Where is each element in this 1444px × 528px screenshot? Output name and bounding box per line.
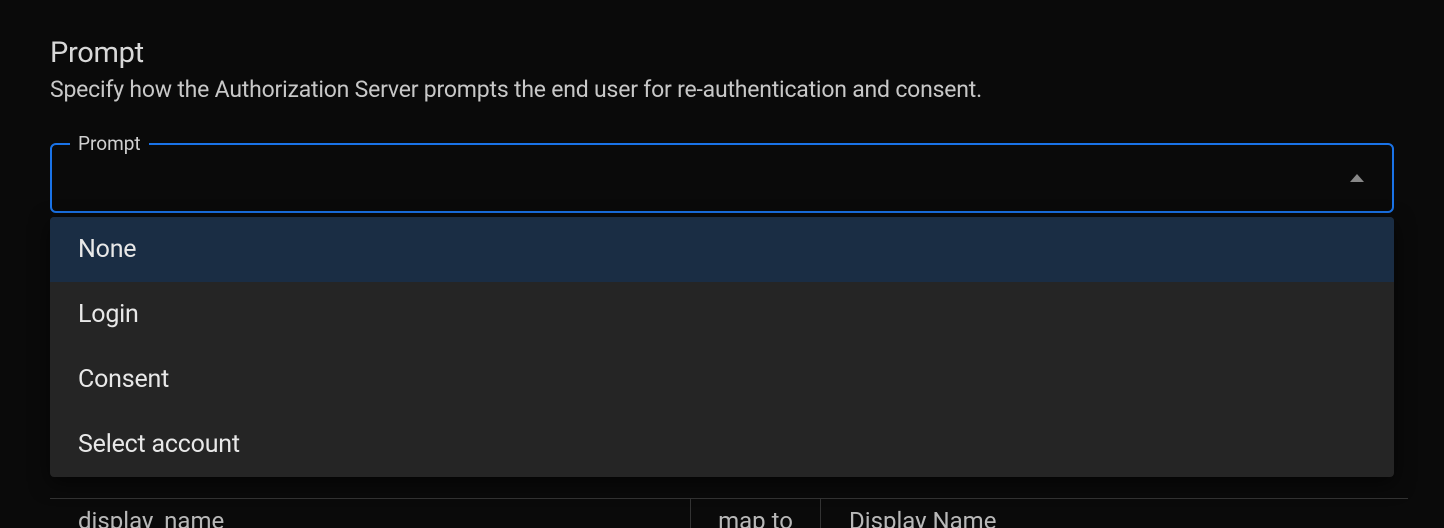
mapping-target-cell: Display Name [820, 498, 1408, 528]
prompt-option[interactable]: Consent [50, 347, 1394, 412]
mapping-relation-cell: map to [690, 498, 820, 528]
section-title: Prompt [50, 36, 1394, 70]
background-mapping-row: display_name map to Display Name [50, 498, 1408, 528]
prompt-option[interactable]: Login [50, 282, 1394, 347]
prompt-float-label: Prompt [70, 132, 149, 155]
prompt-select-wrapper: Prompt NoneLoginConsentSelect account [50, 143, 1394, 213]
prompt-option[interactable]: Select account [50, 412, 1394, 477]
section-description: Specify how the Authorization Server pro… [50, 76, 1394, 103]
mapping-source-cell: display_name [50, 498, 690, 528]
prompt-option[interactable]: None [50, 217, 1394, 282]
chevron-up-icon [1350, 174, 1364, 182]
prompt-select[interactable]: Prompt [50, 143, 1394, 213]
prompt-dropdown: NoneLoginConsentSelect account [50, 217, 1394, 477]
